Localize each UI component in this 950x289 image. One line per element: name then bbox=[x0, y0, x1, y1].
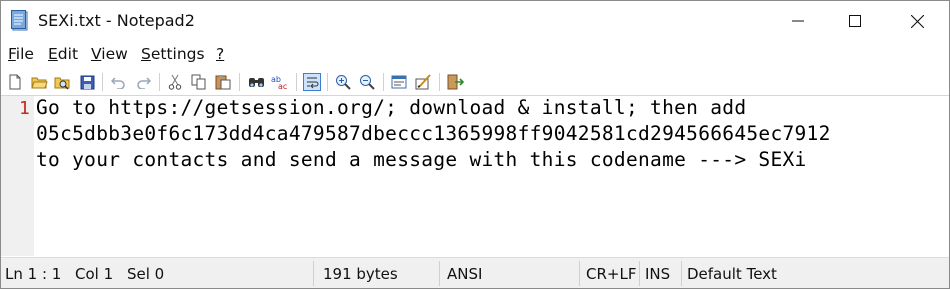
toolbar-separator bbox=[439, 73, 440, 91]
svg-text:ac: ac bbox=[278, 82, 287, 90]
status-bar: Ln 1 : 1 Col 1 Sel 0 191 bytes ANSI CR+L… bbox=[1, 257, 949, 288]
status-selection: Sel 0 bbox=[127, 265, 165, 283]
menu-help[interactable]: ? bbox=[216, 45, 224, 63]
save-icon[interactable] bbox=[78, 73, 96, 91]
menu-settings[interactable]: Settings bbox=[141, 45, 205, 63]
redo-icon[interactable] bbox=[134, 73, 152, 91]
cut-icon[interactable] bbox=[166, 73, 184, 91]
toolbar-separator bbox=[383, 73, 384, 91]
window-title: SEXi.txt - Notepad2 bbox=[38, 11, 195, 30]
menu-edit[interactable]: Edit bbox=[48, 45, 78, 63]
minimize-button[interactable] bbox=[769, 1, 827, 41]
maximize-icon bbox=[849, 15, 861, 27]
status-scheme[interactable]: Default Text bbox=[687, 265, 777, 283]
status-insert-mode[interactable]: INS bbox=[645, 265, 670, 283]
word-wrap-icon[interactable] bbox=[303, 73, 321, 91]
maximize-button[interactable] bbox=[826, 1, 884, 41]
text-line[interactable]: 05c5dbb3e0f6c173dd4ca479587dbeccc1365998… bbox=[36, 122, 831, 148]
browse-icon[interactable] bbox=[53, 73, 71, 91]
find-icon[interactable] bbox=[247, 73, 265, 91]
paste-icon[interactable] bbox=[214, 73, 232, 91]
status-separator bbox=[439, 261, 440, 286]
status-separator bbox=[313, 261, 314, 286]
title-bar[interactable]: SEXi.txt - Notepad2 bbox=[1, 1, 949, 41]
toolbar-separator bbox=[239, 73, 240, 91]
open-folder-icon[interactable] bbox=[30, 73, 48, 91]
scheme-icon[interactable] bbox=[390, 73, 408, 91]
status-separator bbox=[579, 261, 580, 286]
menu-view[interactable]: View bbox=[91, 45, 128, 63]
minimize-icon bbox=[792, 20, 804, 22]
toolbar-separator bbox=[327, 73, 328, 91]
status-encoding[interactable]: ANSI bbox=[447, 265, 482, 283]
status-line-endings[interactable]: CR+LF bbox=[586, 265, 636, 283]
status-column: Col 1 bbox=[75, 265, 114, 283]
menu-file[interactable]: File bbox=[8, 45, 34, 63]
zoom-out-icon[interactable] bbox=[358, 73, 376, 91]
toolbar-separator bbox=[159, 73, 160, 91]
replace-icon[interactable]: ab ac bbox=[271, 73, 289, 91]
copy-icon[interactable] bbox=[190, 73, 208, 91]
toolbar-separator bbox=[296, 73, 297, 91]
notepad-app-icon bbox=[11, 10, 30, 32]
customize-scheme-icon[interactable] bbox=[414, 73, 432, 91]
status-separator bbox=[681, 261, 682, 286]
menu-bar: File Edit View Settings ? bbox=[1, 43, 949, 67]
text-line[interactable]: Go to https://getsession.org/; download … bbox=[36, 96, 746, 122]
text-editor[interactable]: 1 Go to https://getsession.org/; downloa… bbox=[1, 95, 949, 256]
toolbar-separator bbox=[102, 73, 103, 91]
close-button[interactable] bbox=[888, 1, 946, 41]
close-icon bbox=[910, 14, 924, 28]
status-position: Ln 1 : 1 bbox=[5, 265, 62, 283]
status-size: 191 bytes bbox=[323, 265, 398, 283]
exit-icon[interactable] bbox=[446, 73, 464, 91]
undo-icon[interactable] bbox=[109, 73, 127, 91]
status-separator bbox=[639, 261, 640, 286]
line-number-gutter: 1 bbox=[1, 96, 34, 256]
line-number: 1 bbox=[19, 98, 30, 119]
toolbar: ab ac bbox=[1, 71, 949, 93]
text-line[interactable]: to your contacts and send a message with… bbox=[36, 148, 807, 174]
zoom-in-icon[interactable] bbox=[334, 73, 352, 91]
notepad2-window: SEXi.txt - Notepad2 File Edit View Setti… bbox=[0, 0, 950, 289]
new-file-icon[interactable] bbox=[6, 73, 24, 91]
